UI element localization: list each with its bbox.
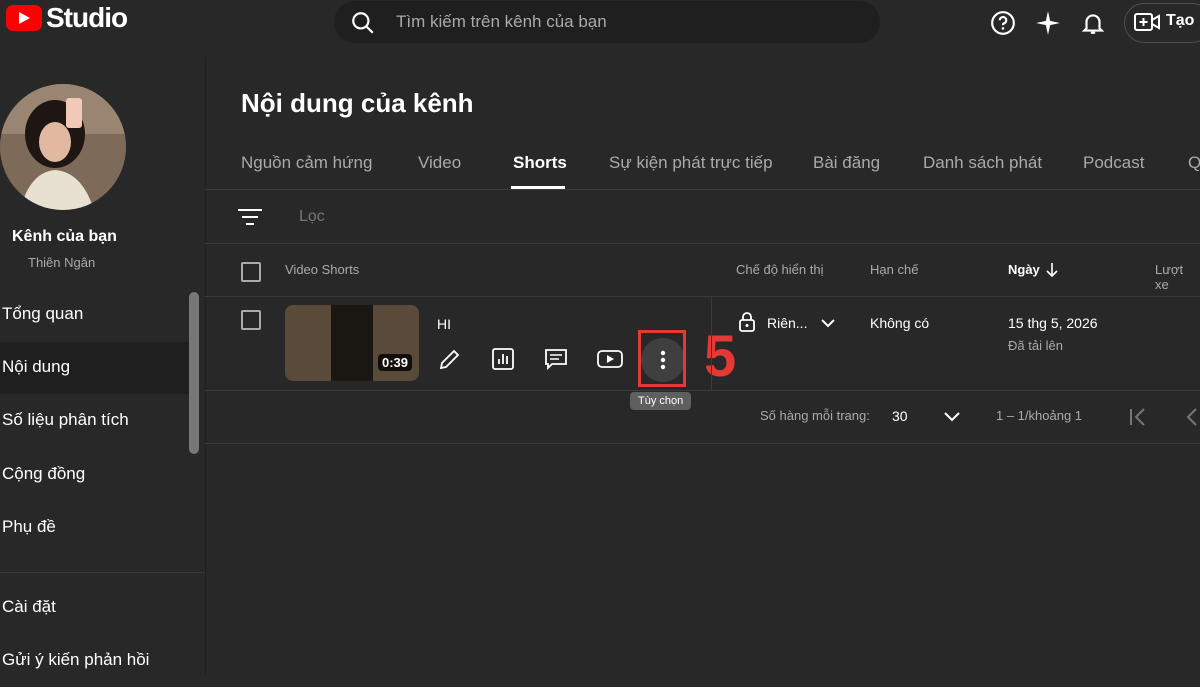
select-all-checkbox[interactable]: [241, 262, 261, 282]
video-title[interactable]: HI: [437, 316, 451, 332]
rows-per-page-label: Số hàng mỗi trang:: [760, 408, 870, 423]
column-header-video: Video Shorts: [285, 262, 360, 277]
sidebar-item-analytics[interactable]: Số liệu phân tích: [0, 395, 190, 447]
edit-pencil-icon[interactable]: [438, 347, 462, 371]
column-divider: [711, 297, 712, 390]
sidebar-divider: [0, 572, 205, 573]
date-value: 15 thg 5, 2026: [1008, 315, 1098, 331]
tab-podcast[interactable]: Podcast: [1083, 153, 1144, 173]
tab-live[interactable]: Sự kiện phát trực tiếp: [609, 153, 773, 173]
sidebar-scrollbar[interactable]: [189, 292, 199, 454]
chevron-down-icon[interactable]: [820, 318, 836, 328]
column-header-views: Lượt xe: [1155, 262, 1184, 292]
step-number: 5: [704, 324, 737, 389]
page-title: Nội dung của kênh: [241, 88, 474, 118]
lock-icon: [739, 312, 755, 332]
page-range: 1 – 1/khoảng 1: [996, 408, 1083, 423]
sidebar-item-label: Tổng quan: [2, 304, 84, 323]
row-divider: [205, 390, 1200, 391]
row-checkbox[interactable]: [241, 310, 261, 330]
sidebar-item-overview[interactable]: Tổng quan: [0, 289, 190, 341]
sidebar-item-settings[interactable]: Cài đặt: [0, 582, 190, 634]
video-duration: 0:39: [378, 354, 413, 371]
tab-shorts[interactable]: Shorts: [513, 153, 567, 173]
sidebar-item-community[interactable]: Cộng đồng: [0, 449, 190, 501]
sidebar-item-label: Cài đặt: [2, 597, 56, 616]
visibility-select[interactable]: Riên...: [767, 315, 807, 331]
prev-page-icon[interactable]: [1182, 406, 1198, 428]
studio-logo-text[interactable]: Studio: [46, 2, 128, 34]
channel-title: Kênh của bạn: [12, 228, 117, 245]
highlight-box: [638, 330, 686, 387]
sidebar-item-label: Số liệu phân tích: [2, 410, 129, 429]
bell-icon[interactable]: [1080, 10, 1106, 36]
tab-video[interactable]: Video: [418, 153, 461, 173]
column-header-date[interactable]: Ngày: [1008, 262, 1040, 277]
search-input[interactable]: Tìm kiếm trên kênh của bạn: [396, 12, 607, 32]
tab-posts[interactable]: Bài đăng: [813, 153, 880, 173]
thumbnail-frame: [331, 305, 373, 381]
header-divider: [205, 296, 1200, 297]
filter-icon[interactable]: [237, 207, 263, 227]
channel-avatar[interactable]: [0, 84, 126, 210]
sidebar-item-label: Gửi ý kiến phản hồi: [2, 650, 150, 669]
chevron-down-icon[interactable]: [943, 411, 961, 422]
options-tooltip: Tùy chọn: [630, 392, 692, 410]
tab-inspiration[interactable]: Nguồn cảm hứng: [241, 153, 372, 173]
youtube-play-icon[interactable]: [597, 347, 623, 371]
date-status: Đã tải lên: [1008, 338, 1063, 353]
rows-per-page-select[interactable]: 30: [892, 408, 908, 424]
tab-overflow[interactable]: Q: [1188, 153, 1200, 173]
create-button-label: Tạo: [1166, 12, 1195, 29]
sidebar-item-feedback[interactable]: Gửi ý kiến phản hồi: [0, 635, 190, 687]
avatar-photo-icon: [0, 84, 126, 210]
sidebar-item-label: Cộng đồng: [2, 464, 86, 483]
comments-icon[interactable]: [544, 347, 568, 371]
filter-input[interactable]: Lọc: [299, 208, 325, 226]
sort-down-arrow-icon[interactable]: [1045, 262, 1059, 278]
sidebar-item-label: Phụ đề: [2, 517, 56, 536]
sidebar-item-subtitles[interactable]: Phụ đề: [0, 502, 190, 554]
tab-playlists[interactable]: Danh sách phát: [923, 153, 1042, 173]
filter-divider: [205, 243, 1200, 244]
tabs-divider: [205, 189, 1200, 190]
play-icon: [19, 12, 30, 24]
first-page-icon[interactable]: [1128, 406, 1150, 428]
analytics-icon[interactable]: [491, 347, 515, 371]
help-icon[interactable]: [990, 10, 1016, 36]
footer-divider: [205, 443, 1200, 444]
column-header-restrictions: Hạn chế: [870, 262, 919, 277]
search-icon[interactable]: [350, 10, 376, 36]
sidebar-item-content[interactable]: Nội dung: [0, 342, 190, 394]
sidebar-item-label: Nội dung: [2, 357, 71, 376]
restrictions-value: Không có: [870, 315, 930, 331]
video-create-icon: [1134, 13, 1160, 31]
channel-name: Thiên Ngân: [28, 255, 96, 270]
column-header-visibility: Chế độ hiển thị: [736, 262, 824, 277]
sparkle-icon[interactable]: [1035, 10, 1061, 36]
